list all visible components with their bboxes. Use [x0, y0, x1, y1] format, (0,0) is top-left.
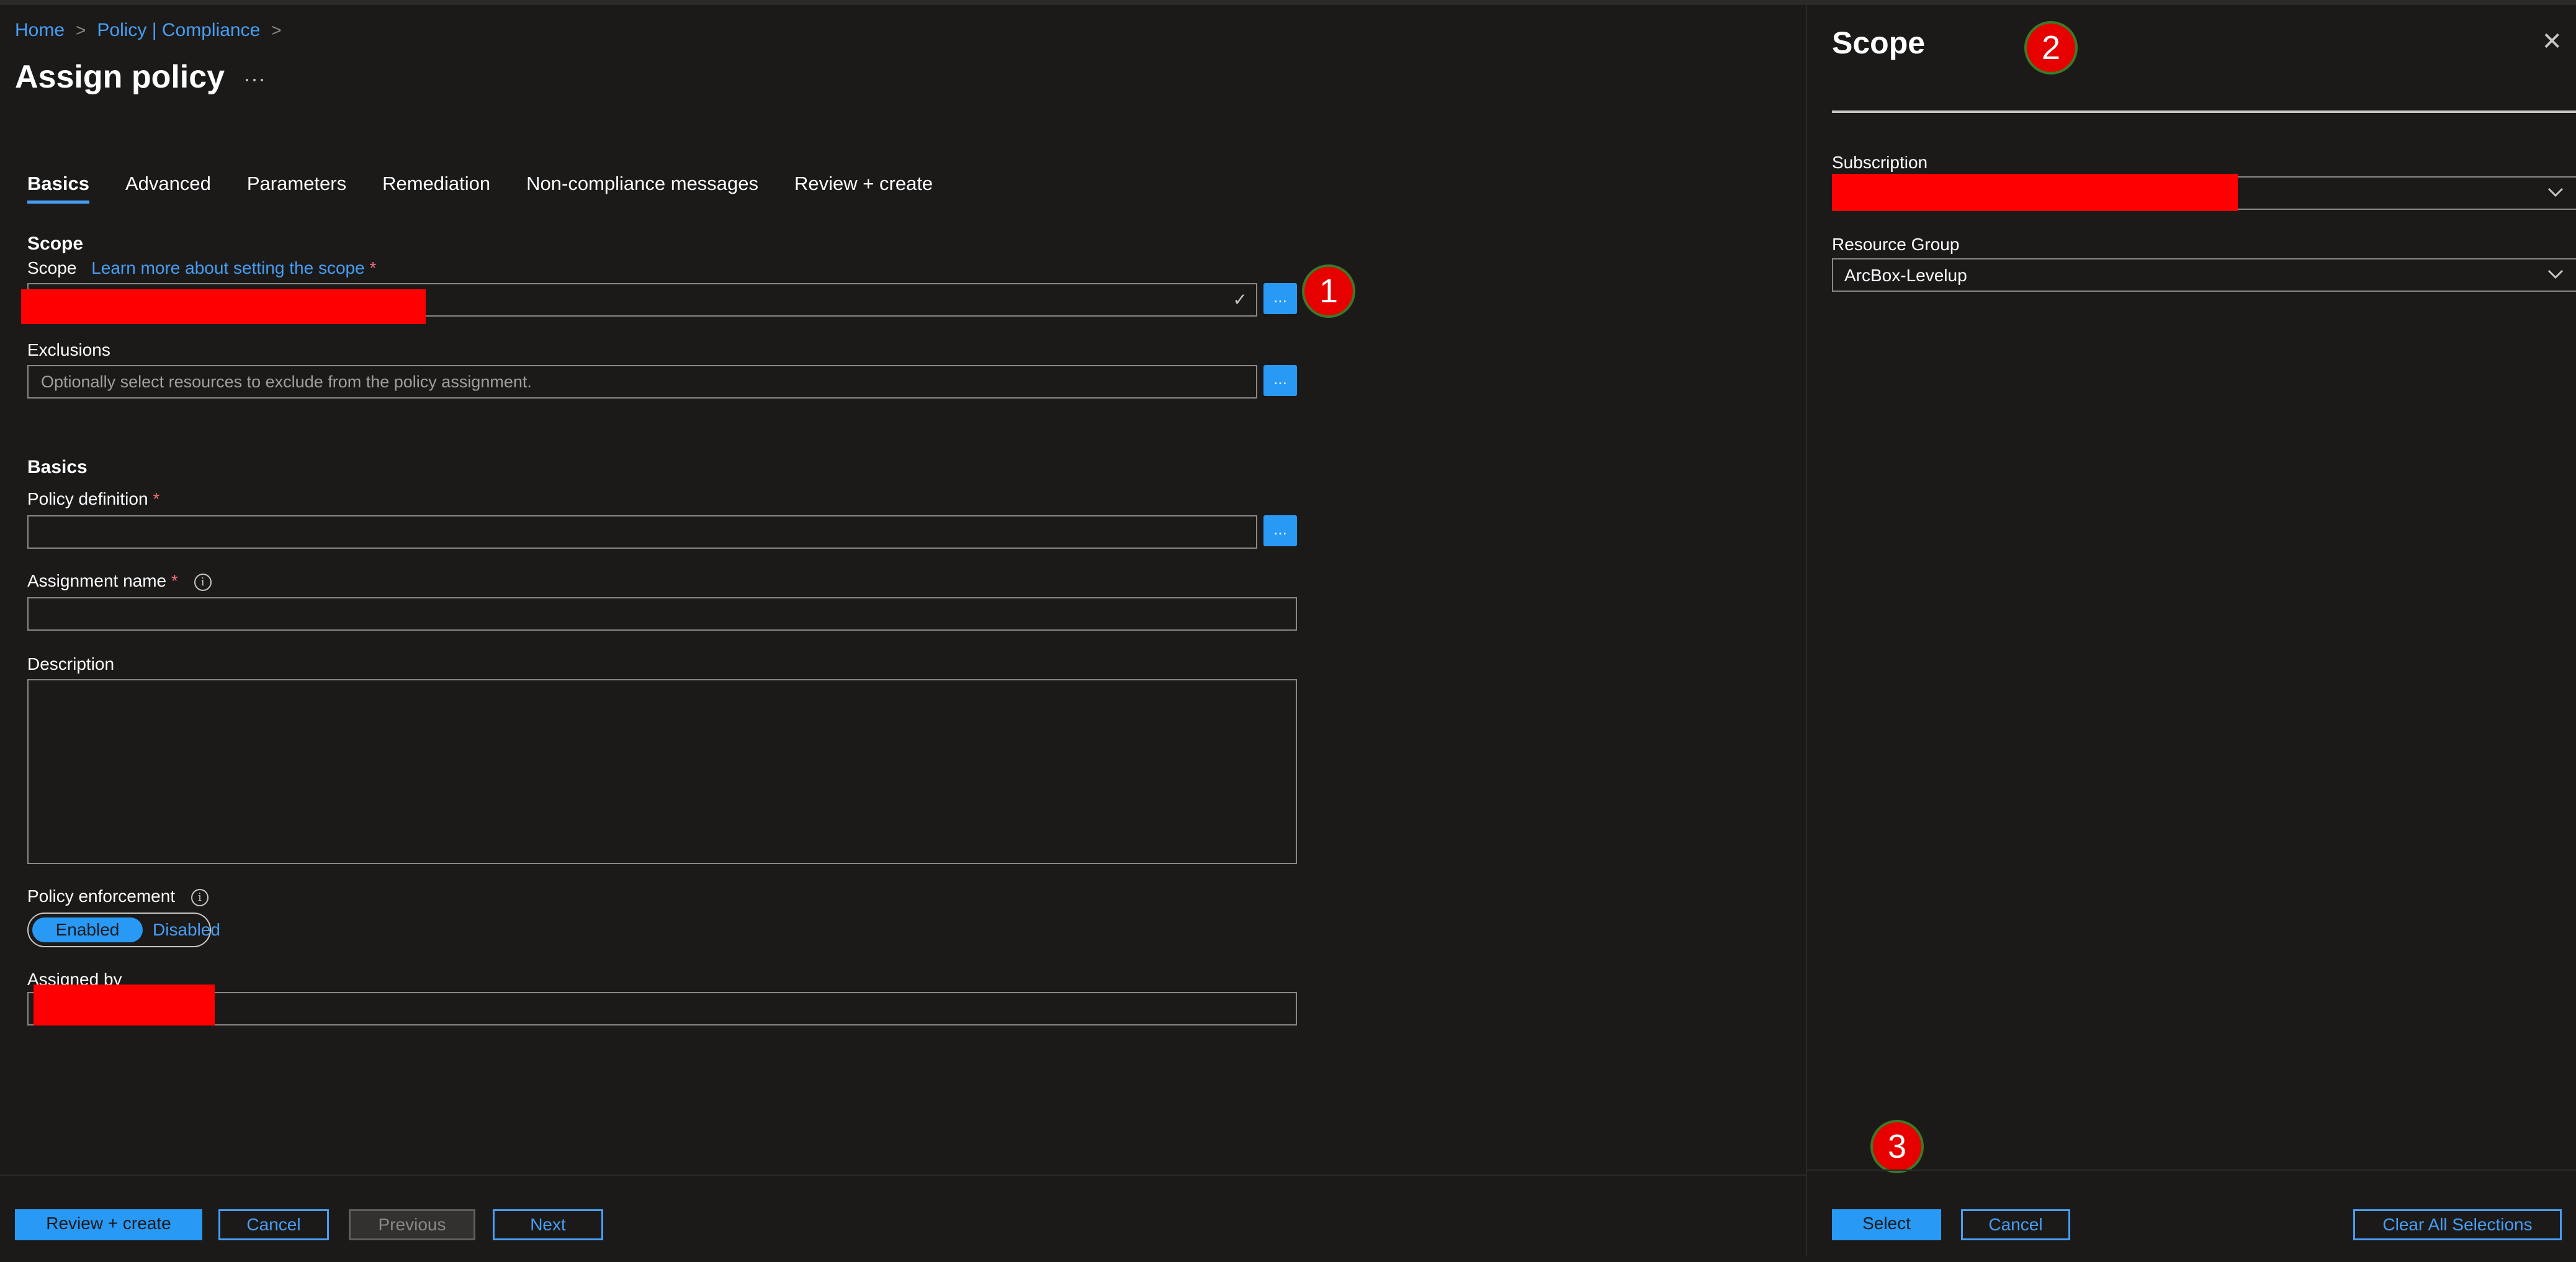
assigned-by-field[interactable] [27, 992, 1297, 1025]
page-title: Assign policy [15, 59, 225, 95]
basics-heading: Basics [27, 457, 88, 477]
learn-more-scope-link[interactable]: Learn more about setting the scope [91, 258, 365, 277]
chevron-down-icon [2547, 269, 2564, 279]
annotation-badge-2: 2 [2024, 21, 2078, 74]
checkmark-icon: ✓ [1232, 290, 1247, 309]
scope-label: Scope [27, 258, 77, 277]
top-strip [0, 0, 2576, 5]
assignment-name-field[interactable] [27, 597, 1297, 631]
scope-browse-button[interactable]: ... [1263, 283, 1297, 314]
policy-definition-label: Policy definition [27, 489, 148, 508]
policy-definition-label-row: Policy definition * [27, 489, 159, 509]
exclusions-browse-button[interactable]: ... [1263, 365, 1297, 396]
resource-group-dropdown[interactable]: ArcBox-Levelup [1832, 258, 2576, 292]
policy-definition-field[interactable] [27, 515, 1257, 549]
resource-group-value: ArcBox-Levelup [1844, 266, 1967, 285]
required-mark: * [171, 571, 178, 590]
enabled-option[interactable]: Enabled [32, 917, 143, 942]
redacted-assigned-by-value [34, 985, 215, 1025]
chevron-down-icon [2547, 187, 2564, 197]
chevron-right-icon: > [76, 20, 86, 40]
cancel-button[interactable]: Cancel [218, 1209, 329, 1240]
info-icon[interactable]: i [194, 573, 212, 591]
tab-parameters[interactable]: Parameters [247, 173, 346, 204]
description-field[interactable] [27, 679, 1297, 864]
tab-remediation[interactable]: Remediation [382, 173, 490, 204]
tab-advanced[interactable]: Advanced [125, 173, 211, 204]
annotation-badge-1: 1 [1302, 264, 1355, 318]
chevron-right-icon: > [271, 20, 282, 40]
exclusions-label: Exclusions [27, 340, 110, 359]
breadcrumb: Home > Policy | Compliance > [15, 20, 293, 41]
redacted-subscription-value [1832, 174, 2238, 211]
tab-non-compliance-messages[interactable]: Non-compliance messages [526, 173, 758, 204]
annotation-badge-3: 3 [1870, 1120, 1924, 1173]
tab-review-create[interactable]: Review + create [794, 173, 933, 204]
assignment-name-label-row: Assignment name * i [27, 571, 212, 591]
required-mark: * [369, 258, 377, 277]
scope-heading: Scope [27, 233, 84, 254]
exclusions-field[interactable]: Optionally select resources to exclude f… [27, 365, 1257, 399]
clear-all-selections-button[interactable]: Clear All Selections [2353, 1209, 2562, 1240]
panel-footer: Select Cancel Clear All Selections [1807, 1170, 2576, 1257]
panel-divider [1832, 110, 2576, 113]
policy-enforcement-toggle[interactable]: Enabled Disabled [27, 913, 220, 947]
panel-cancel-button[interactable]: Cancel [1961, 1209, 2070, 1240]
breadcrumb-home[interactable]: Home [15, 20, 65, 41]
assignment-name-label: Assignment name [27, 571, 167, 590]
enforcement-label-row: Policy enforcement i [27, 886, 209, 906]
disabled-option[interactable]: Disabled [153, 917, 220, 942]
tab-basics[interactable]: Basics [27, 173, 89, 204]
breadcrumb-policy[interactable]: Policy | Compliance [97, 20, 260, 41]
info-icon[interactable]: i [191, 888, 209, 906]
policy-definition-browse-button[interactable]: ... [1263, 515, 1297, 546]
description-label: Description [27, 654, 115, 674]
scope-label-row: Scope Learn more about setting the scope… [27, 258, 376, 278]
subscription-label: Subscription [1832, 153, 1928, 172]
tab-bar: Basics Advanced Parameters Remediation N… [27, 173, 969, 204]
more-options-icon[interactable]: ··· [243, 66, 266, 92]
scope-panel: Scope 2 ✕ Subscription Resource Group Ar… [1806, 5, 2576, 1256]
panel-title: Scope [1832, 25, 1926, 60]
review-create-button[interactable]: Review + create [15, 1209, 202, 1240]
policy-enforcement-label: Policy enforcement [27, 886, 176, 906]
select-button[interactable]: Select [1832, 1209, 1941, 1240]
resource-group-label: Resource Group [1832, 235, 1960, 254]
next-button[interactable]: Next [493, 1209, 603, 1240]
redacted-scope-value [21, 289, 426, 324]
exclusions-placeholder: Optionally select resources to exclude f… [41, 372, 532, 391]
previous-button: Previous [349, 1209, 475, 1240]
close-icon[interactable]: ✕ [2541, 27, 2562, 56]
assign-policy-blade: Home > Policy | Compliance > Assign poli… [0, 5, 1806, 1256]
required-mark: * [153, 489, 160, 508]
blade-footer: Review + create Cancel Previous Next [0, 1174, 1806, 1262]
